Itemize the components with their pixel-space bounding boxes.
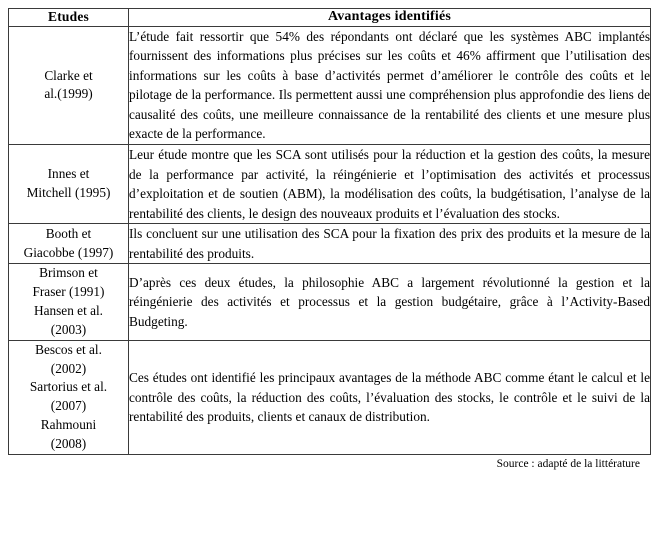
study-reference: Clarke et al.(1999) bbox=[8, 25, 129, 145]
advantages-table: Etudes Avantages identifiés Clarke et al… bbox=[8, 8, 651, 455]
column-header-advantages: Avantages identifiés bbox=[128, 8, 651, 27]
column-header-studies: Etudes bbox=[8, 8, 129, 27]
document-page: Etudes Avantages identifiés Clarke et al… bbox=[0, 0, 662, 558]
advantage-description: L’étude fait ressortir que 54% des répon… bbox=[128, 25, 651, 145]
advantage-description: Ces études ont identifié les principaux … bbox=[128, 339, 651, 455]
study-reference: Bescos et al. (2002) Sartorius et al. (2… bbox=[8, 339, 129, 455]
advantage-description: Leur étude montre que les SCA sont utili… bbox=[128, 143, 651, 225]
advantage-description: D’après ces deux études, la philosophie … bbox=[128, 263, 651, 341]
advantage-text: Ils concluent sur une utilisation des SC… bbox=[129, 226, 650, 261]
study-reference: Booth et Giacobbe (1997) bbox=[8, 223, 129, 265]
study-reference: Innes et Mitchell (1995) bbox=[8, 143, 129, 225]
table-row: Brimson et Fraser (1991) Hansen et al. (… bbox=[8, 263, 651, 341]
table-body: Clarke et al.(1999) L’étude fait ressort… bbox=[8, 25, 651, 455]
advantage-text: Leur étude montre que les SCA sont utili… bbox=[129, 146, 650, 221]
advantage-text: D’après ces deux études, la philosophie … bbox=[129, 274, 650, 329]
study-reference: Brimson et Fraser (1991) Hansen et al. (… bbox=[8, 263, 129, 341]
advantage-text: Ces études ont identifié les principaux … bbox=[129, 370, 650, 425]
table-header: Etudes Avantages identifiés bbox=[8, 8, 651, 27]
advantage-text: L’étude fait ressortir que 54% des répon… bbox=[129, 28, 650, 142]
table-row: Innes et Mitchell (1995) Leur étude mont… bbox=[8, 143, 651, 225]
advantage-description: Ils concluent sur une utilisation des SC… bbox=[128, 223, 651, 265]
table-row: Clarke et al.(1999) L’étude fait ressort… bbox=[8, 25, 651, 145]
source-caption: Source : adapté de la littérature bbox=[496, 457, 640, 470]
table-row: Bescos et al. (2002) Sartorius et al. (2… bbox=[8, 339, 651, 455]
table-row: Booth et Giacobbe (1997) Ils concluent s… bbox=[8, 223, 651, 265]
table-header-row: Etudes Avantages identifiés bbox=[8, 8, 651, 27]
